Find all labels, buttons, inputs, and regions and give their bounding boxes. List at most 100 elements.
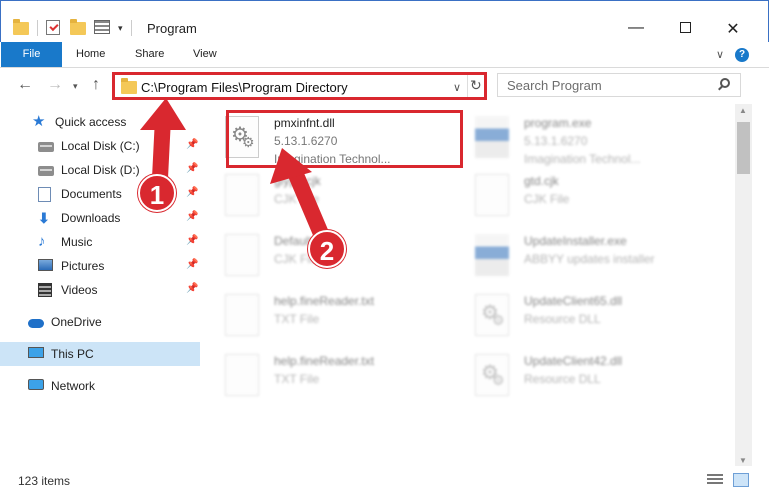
refresh-button[interactable]: ↻: [470, 77, 482, 94]
toolbar-separator: [37, 20, 38, 36]
file-type: Resource DLL: [524, 372, 601, 386]
pin-icon[interactable]: 📌: [186, 283, 198, 294]
highlight-box: [226, 110, 463, 168]
back-button[interactable]: ←: [17, 76, 33, 94]
sidebar-item-pictures[interactable]: Pictures 📌: [0, 254, 200, 278]
tab-share[interactable]: Share: [135, 42, 164, 67]
dll-gear-icon: [475, 354, 509, 396]
toolbar-separator: [130, 20, 132, 36]
file-name: UpdateInstaller.exe: [524, 234, 627, 248]
onedrive-icon: [28, 315, 44, 329]
application-icon: [475, 116, 509, 158]
file-name: UpdateClient42.dll: [524, 354, 623, 368]
file-type: ABBYY updates installer: [524, 252, 655, 266]
file-icon: [225, 234, 259, 276]
address-path[interactable]: C:\Program Files\Program Directory: [141, 80, 348, 95]
sidebar-item-label: Network: [51, 379, 96, 393]
file-item[interactable]: UpdateClient65.dll Resource DLL: [460, 288, 695, 342]
sidebar-item-label: Pictures: [61, 259, 105, 273]
file-type: CJK File: [524, 192, 570, 206]
file-name: program.exe: [524, 116, 592, 130]
properties-icon[interactable]: [94, 20, 110, 36]
scroll-thumb[interactable]: [737, 122, 750, 174]
drive-icon: [38, 163, 54, 177]
installer-icon: [475, 234, 509, 276]
star-icon: ★: [32, 113, 46, 130]
navigation-bar: ← → ▾ ↑ C:\Program Files\Program Directo…: [0, 68, 769, 104]
file-item[interactable]: glyph.cjk CJK File: [210, 168, 445, 222]
pin-icon[interactable]: 📌: [186, 235, 198, 246]
file-name: UpdateClient65.dll: [524, 294, 623, 308]
close-button[interactable]: ✕: [723, 19, 743, 39]
address-dropdown-button[interactable]: ∨: [453, 81, 461, 94]
customize-toolbar-dropdown[interactable]: ▾: [118, 23, 123, 34]
address-separator: [467, 75, 468, 97]
file-type: TXT File: [274, 312, 320, 326]
text-file-icon: [225, 354, 259, 396]
minimize-button[interactable]: —: [626, 19, 646, 37]
pin-icon[interactable]: 📌: [186, 187, 198, 198]
file-item[interactable]: help.fineReader.txt TXT File: [210, 288, 445, 342]
expand-ribbon-button[interactable]: ∨: [716, 48, 724, 61]
tab-view[interactable]: View: [193, 42, 217, 67]
file-item[interactable]: program.exe 5.13.1.6270 Imagination Tech…: [460, 110, 695, 166]
sidebar-item-videos[interactable]: Videos 📌: [0, 278, 200, 302]
documents-icon: [38, 187, 54, 202]
file-item[interactable]: UpdateInstaller.exe ABBYY updates instal…: [460, 228, 695, 282]
tab-file[interactable]: File: [1, 42, 62, 67]
sidebar-item-label: Local Disk (D:): [61, 163, 140, 177]
pictures-icon: [38, 259, 54, 273]
file-icon: [475, 174, 509, 216]
scroll-down-arrow[interactable]: ▼: [739, 456, 747, 465]
folder-icon[interactable]: [13, 19, 29, 36]
sidebar-item-downloads[interactable]: ⬇ Downloads 📌: [0, 206, 200, 230]
sidebar-item-label: Downloads: [61, 211, 121, 225]
sidebar-item-label: Music: [61, 235, 93, 249]
file-item[interactable]: gtd.cjk CJK File: [460, 168, 695, 222]
navigation-pane: ★ Quick access Local Disk (C:) 📌 Local D…: [0, 104, 210, 466]
file-item[interactable]: UpdateClient42.dll Resource DLL: [460, 348, 695, 402]
large-icons-view-icon[interactable]: [733, 473, 749, 487]
sidebar-item-network[interactable]: Network: [0, 374, 200, 398]
checkmark-properties-icon[interactable]: [46, 20, 62, 36]
sidebar-item-quick-access[interactable]: ★ Quick access: [0, 110, 200, 134]
downloads-icon: ⬇: [38, 210, 50, 226]
pin-icon[interactable]: 📌: [186, 139, 198, 150]
details-view-icon[interactable]: [707, 474, 723, 486]
text-file-icon: [225, 294, 259, 336]
recent-locations-dropdown[interactable]: ▾: [73, 81, 78, 92]
search-input[interactable]: Search Program: [497, 73, 741, 97]
pin-icon[interactable]: 📌: [186, 259, 198, 270]
new-folder-icon[interactable]: [70, 19, 86, 36]
vertical-scrollbar[interactable]: ▲ ▼: [735, 104, 752, 466]
item-count: 123 items: [18, 474, 71, 488]
file-type: TXT File: [274, 372, 320, 386]
forward-button[interactable]: →: [47, 76, 63, 94]
file-name: glyph.cjk: [274, 174, 321, 188]
search-icon[interactable]: [720, 78, 730, 88]
file-name: help.fineReader.txt: [274, 294, 375, 308]
sidebar-item-onedrive[interactable]: OneDrive: [0, 310, 200, 334]
file-item[interactable]: help.fineReader.txt TXT File: [210, 348, 445, 402]
sidebar-item-label: Videos: [61, 283, 98, 297]
tab-home[interactable]: Home: [76, 42, 105, 67]
pin-icon[interactable]: 📌: [186, 163, 198, 174]
status-bar: 123 items: [0, 466, 769, 502]
sidebar-item-music[interactable]: ♪ Music 📌: [0, 230, 200, 254]
pin-icon[interactable]: 📌: [186, 211, 198, 222]
file-company: Imagination Technol...: [524, 152, 641, 166]
this-pc-icon: [28, 347, 44, 361]
maximize-button[interactable]: [675, 19, 695, 38]
videos-icon: [38, 283, 54, 297]
file-icon: [225, 174, 259, 216]
scroll-up-arrow[interactable]: ▲: [739, 106, 747, 115]
address-bar[interactable]: C:\Program Files\Program Directory ∨ ↻: [112, 72, 487, 100]
maximize-icon: [679, 22, 691, 33]
help-icon[interactable]: ?: [735, 48, 749, 62]
up-button[interactable]: ↑: [92, 76, 100, 94]
drive-icon: [38, 139, 54, 153]
sidebar-item-this-pc[interactable]: This PC: [0, 342, 200, 366]
sidebar-item-local-disk-c[interactable]: Local Disk (C:) 📌: [0, 134, 200, 158]
title-bar: ▾ Program — ✕: [0, 0, 769, 42]
file-name: help.fineReader.txt: [274, 354, 375, 368]
